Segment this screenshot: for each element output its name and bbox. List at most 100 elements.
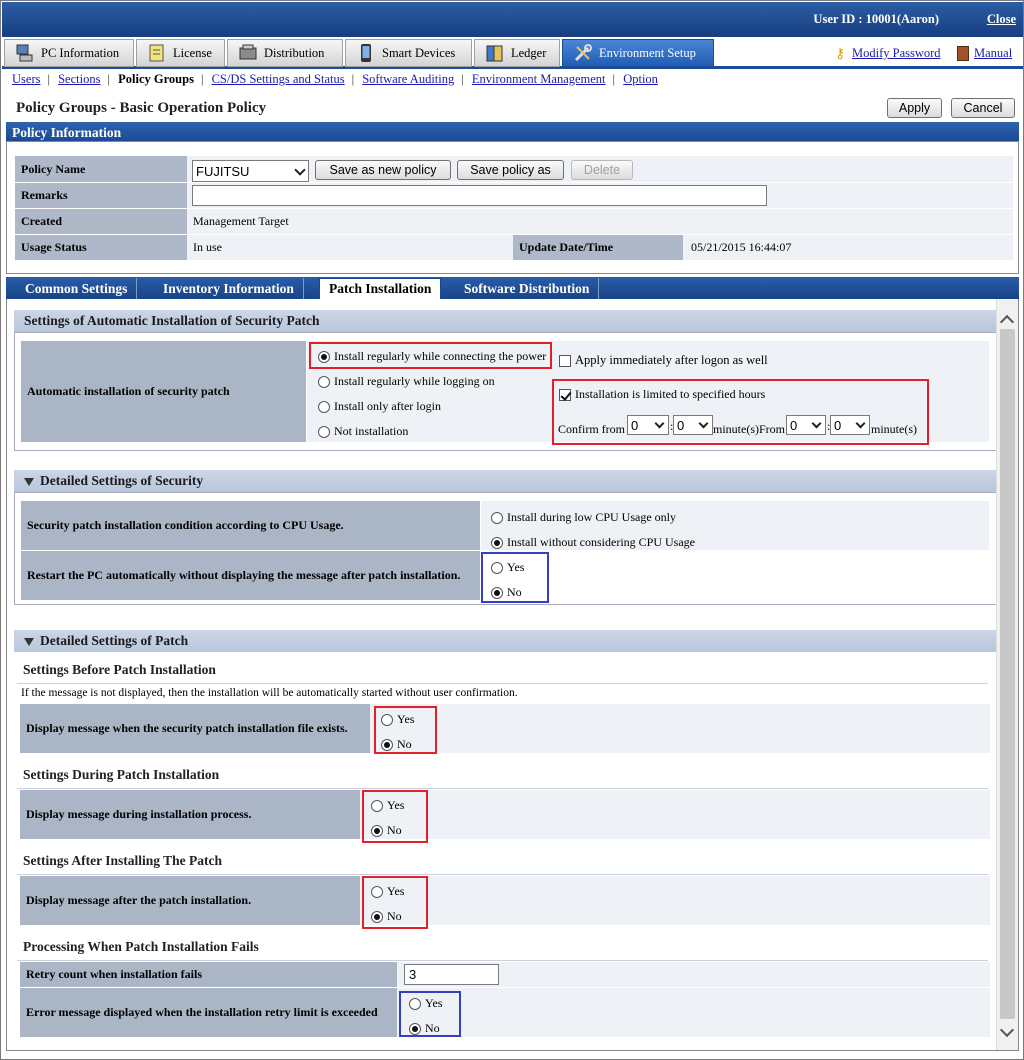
restart-pc-options — [481, 551, 989, 600]
to-hour-select[interactable]: 0 — [786, 415, 826, 435]
option-not-installation[interactable]: Not installation — [318, 424, 408, 439]
limited-hours-checkbox[interactable]: Installation is limited to specified hou… — [559, 387, 765, 402]
delete-button[interactable]: Delete — [571, 160, 633, 180]
auto-install-label: Automatic installation of security patch — [21, 341, 306, 442]
radio[interactable] — [409, 997, 421, 1010]
error-message-no[interactable]: No — [409, 1021, 440, 1036]
radio-selected[interactable] — [409, 1022, 421, 1035]
tools-icon — [573, 43, 593, 63]
retry-count-input[interactable]: 3 — [404, 964, 499, 985]
after-install-yes[interactable]: Yes — [371, 884, 404, 899]
usage-status-label: Usage Status — [15, 235, 187, 260]
during-install-no[interactable]: No — [371, 823, 402, 838]
radio[interactable] — [491, 511, 503, 524]
security-section-header[interactable]: Detailed Settings of Security — [14, 470, 997, 492]
modify-password-link[interactable]: Modify Password — [852, 46, 941, 61]
submenu-environment-management[interactable]: Environment Management — [472, 72, 606, 86]
from-minute-select[interactable]: 0 — [673, 415, 713, 435]
chevron-down-icon — [855, 418, 866, 429]
option-without-cpu[interactable]: Install without considering CPU Usage — [491, 535, 695, 550]
fail-processing-title: Processing When Patch Installation Fails — [17, 939, 988, 961]
tab-distribution[interactable]: Distribution — [227, 39, 343, 67]
tab-label: Smart Devices — [382, 45, 456, 60]
update-date-label: Update Date/Time — [513, 235, 683, 260]
chevron-down-icon — [811, 418, 822, 429]
radio[interactable] — [318, 400, 330, 413]
scrollbar-thumb[interactable] — [1000, 329, 1015, 1019]
save-policy-as-button[interactable]: Save policy as — [457, 160, 564, 180]
checkbox[interactable] — [559, 354, 571, 367]
submenu-software-auditing[interactable]: Software Auditing — [362, 72, 454, 86]
radio-selected[interactable] — [491, 536, 503, 549]
retry-count-label: Retry count when installation fails — [20, 962, 397, 987]
during-install-yes[interactable]: Yes — [371, 798, 404, 813]
during-install-label: Display message during installation proc… — [20, 790, 360, 839]
error-message-yes[interactable]: Yes — [409, 996, 442, 1011]
collapse-triangle-icon — [24, 637, 34, 646]
radio[interactable] — [318, 375, 330, 388]
apply-button[interactable]: Apply — [887, 98, 942, 118]
user-id-label: User ID : 10001(Aaron) — [813, 12, 939, 26]
apply-after-logon-checkbox[interactable]: Apply immediately after logon as well — [559, 353, 768, 368]
tab-license[interactable]: License — [136, 39, 225, 67]
submenu-policy-groups: Policy Groups — [118, 72, 194, 86]
remarks-input[interactable] — [192, 185, 767, 206]
tab-label: Ledger — [511, 45, 547, 60]
radio[interactable] — [371, 885, 383, 898]
restart-no[interactable]: No — [491, 585, 522, 600]
after-install-no[interactable]: No — [371, 909, 402, 924]
save-as-new-policy-button[interactable]: Save as new policy — [315, 160, 451, 180]
patch-section-header[interactable]: Detailed Settings of Patch — [14, 630, 997, 652]
chevron-down-icon — [654, 418, 665, 429]
tab-patch-installation[interactable]: Patch Installation — [319, 278, 442, 299]
radio-selected[interactable] — [381, 738, 393, 751]
before-install-options — [370, 704, 990, 753]
before-install-no[interactable]: No — [381, 737, 412, 752]
close-link[interactable]: Close — [987, 12, 1016, 27]
restart-yes[interactable]: Yes — [491, 560, 524, 575]
tab-software-distribution[interactable]: Software Distribution — [455, 278, 600, 299]
from-hour-select[interactable]: 0 — [627, 415, 669, 435]
confirm-from-label: Confirm from — [558, 422, 625, 436]
during-install-title: Settings During Patch Installation — [17, 767, 988, 789]
minutes-label: minute(s) — [871, 422, 917, 436]
scroll-up-icon[interactable] — [999, 314, 1015, 330]
before-install-yes[interactable]: Yes — [381, 712, 414, 727]
remarks-label: Remarks — [15, 183, 187, 208]
before-install-title: Settings Before Patch Installation — [17, 662, 988, 684]
after-install-label: Display message after the patch installa… — [20, 876, 360, 925]
radio-selected[interactable] — [371, 910, 383, 923]
option-install-after-login[interactable]: Install only after login — [318, 399, 441, 414]
tab-common-settings[interactable]: Common Settings — [16, 278, 138, 299]
policy-information-panel: Policy Name FUJITSU Save as new policy S… — [6, 141, 1019, 274]
radio-selected[interactable] — [371, 824, 383, 837]
tab-smart-devices[interactable]: Smart Devices — [345, 39, 472, 67]
submenu-option[interactable]: Option — [623, 72, 658, 86]
to-minute-select[interactable]: 0 — [830, 415, 870, 435]
option-low-cpu[interactable]: Install during low CPU Usage only — [491, 510, 676, 525]
checkbox-checked[interactable] — [559, 388, 571, 401]
radio[interactable] — [491, 561, 503, 574]
tab-environment-setup[interactable]: Environment Setup — [562, 39, 714, 67]
vertical-scrollbar[interactable] — [996, 299, 1018, 1050]
policy-name-select[interactable]: FUJITSU — [192, 160, 309, 182]
tab-inventory-information[interactable]: Inventory Information — [154, 278, 304, 299]
tab-ledger[interactable]: Ledger — [474, 39, 560, 67]
submenu-sections[interactable]: Sections — [58, 72, 100, 86]
patch-installation-content: Settings of Automatic Installation of Se… — [6, 299, 1019, 1051]
pc-icon — [15, 43, 35, 63]
manual-book-icon — [957, 46, 969, 61]
cancel-button[interactable]: Cancel — [951, 98, 1015, 118]
radio[interactable] — [318, 425, 330, 438]
update-date-value: 05/21/2015 16:44:07 — [683, 235, 1013, 260]
radio[interactable] — [381, 713, 393, 726]
radio[interactable] — [371, 799, 383, 812]
submenu-users[interactable]: Users — [12, 72, 40, 86]
during-install-options — [360, 790, 990, 839]
manual-link[interactable]: Manual — [974, 46, 1012, 61]
submenu-csds-settings[interactable]: CS/DS Settings and Status — [212, 72, 345, 86]
scroll-down-icon[interactable] — [999, 1022, 1015, 1038]
option-install-logging-on[interactable]: Install regularly while logging on — [318, 374, 495, 389]
tab-pc-information[interactable]: PC Information — [4, 39, 134, 67]
radio-selected[interactable] — [491, 586, 503, 599]
